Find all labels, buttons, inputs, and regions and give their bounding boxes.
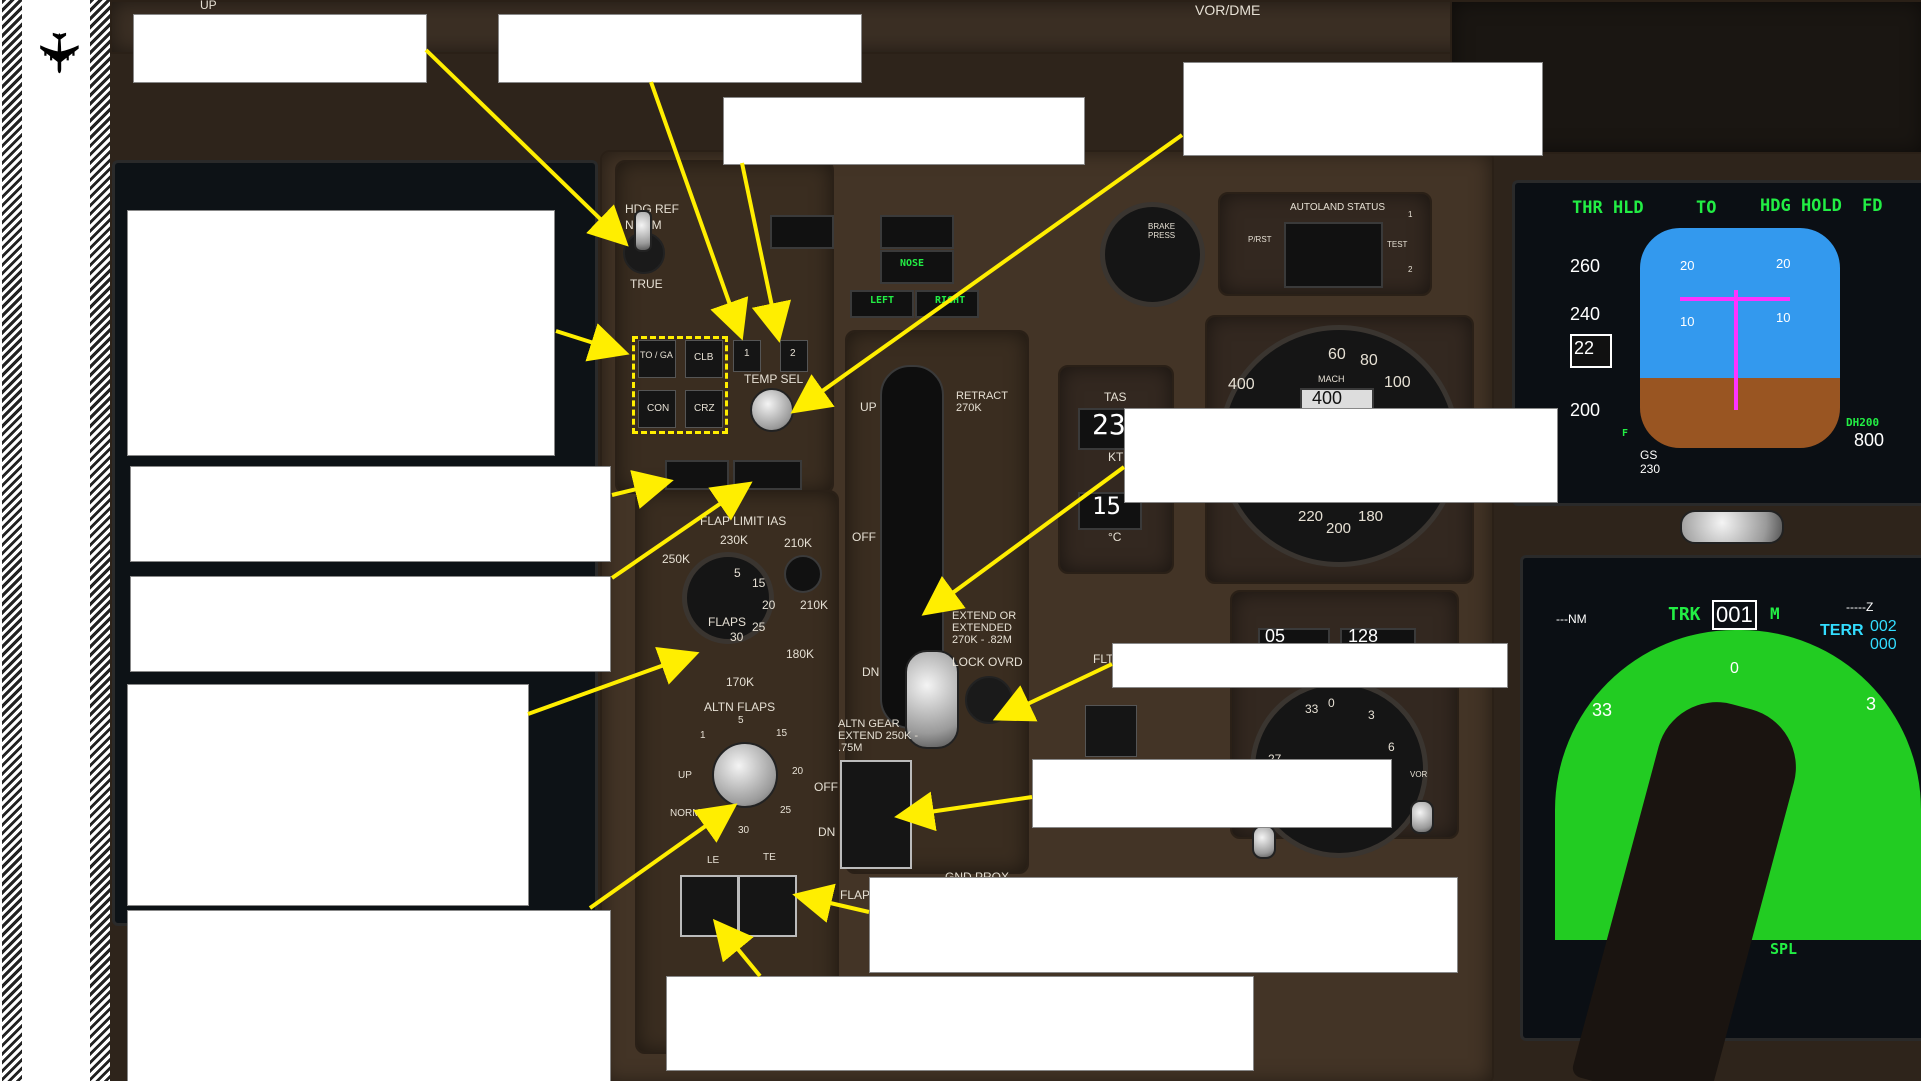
arrow-10: [894, 791, 1033, 832]
arrow-7: [588, 803, 738, 910]
arrow-5a: [611, 470, 674, 509]
arrow-2a: [649, 81, 749, 341]
arrow-6: [527, 647, 700, 716]
callout-arrows: [424, 48, 1184, 978]
arrow-5b: [610, 481, 753, 580]
arrow-1: [424, 48, 629, 247]
arrow-2b: [740, 162, 792, 343]
arrow-12: [712, 918, 762, 978]
arrow-11: [792, 883, 870, 923]
arrow-9: [992, 662, 1113, 722]
cockpit-screenshot: UP VOR/DME HDG REF NORM TRUE NOSE LEFT R…: [0, 0, 1921, 1081]
arrow-8: [921, 465, 1126, 616]
arrow-3: [790, 133, 1184, 414]
arrow-4: [555, 323, 630, 362]
